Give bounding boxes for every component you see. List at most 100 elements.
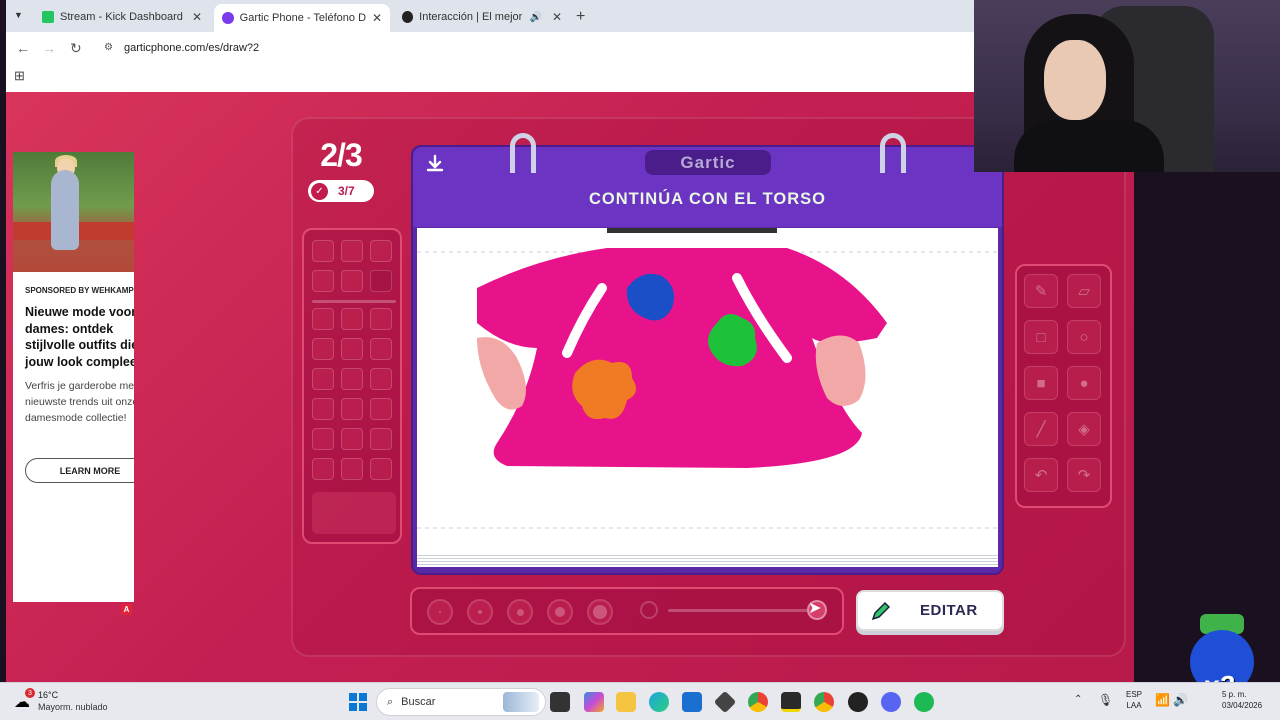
color-swatch[interactable] bbox=[312, 308, 334, 330]
language-indicator[interactable]: ESP LAA bbox=[1126, 689, 1142, 711]
chrome-icon[interactable] bbox=[748, 692, 768, 712]
tab-gartic-phone[interactable]: Gartic Phone - Teléfono Descon ✕ bbox=[214, 4, 390, 32]
color-swatch[interactable] bbox=[370, 338, 392, 360]
show-hidden-icons-icon[interactable]: ⌃ bbox=[1074, 694, 1082, 705]
redo-icon[interactable]: ↷ bbox=[1067, 458, 1101, 492]
taskbar bbox=[0, 682, 1280, 720]
square-icon[interactable]: □ bbox=[1024, 320, 1058, 354]
color-swatch[interactable] bbox=[341, 458, 363, 480]
download-icon[interactable] bbox=[424, 153, 446, 175]
tab-title: Gartic Phone - Teléfono Descon bbox=[239, 12, 366, 24]
close-tab-icon[interactable]: ✕ bbox=[552, 10, 562, 24]
edit-button[interactable]: EDITAR bbox=[856, 590, 1004, 631]
gartic-favicon-icon bbox=[222, 12, 234, 24]
ad-image[interactable] bbox=[13, 152, 134, 272]
pencil-icon[interactable]: ✎ bbox=[1024, 274, 1058, 308]
color-swatch[interactable] bbox=[370, 428, 392, 450]
color-swatch[interactable] bbox=[312, 240, 334, 262]
edge-icon[interactable] bbox=[649, 692, 669, 712]
obs-icon[interactable] bbox=[848, 692, 868, 712]
color-swatch[interactable] bbox=[341, 270, 363, 292]
back-icon[interactable]: ← bbox=[16, 40, 30, 56]
color-swatch[interactable] bbox=[341, 428, 363, 450]
color-swatch[interactable] bbox=[370, 458, 392, 480]
weather-temperature[interactable]: 16°C bbox=[38, 690, 58, 700]
brush-size-3[interactable] bbox=[507, 599, 533, 625]
color-swatch[interactable] bbox=[341, 308, 363, 330]
address-bar-row bbox=[6, 32, 974, 92]
pencil-icon bbox=[871, 601, 891, 620]
color-swatch[interactable] bbox=[341, 398, 363, 420]
color-swatch[interactable] bbox=[312, 368, 334, 390]
task-view-icon[interactable] bbox=[550, 692, 570, 712]
fill-icon[interactable]: ◈ bbox=[1067, 412, 1101, 446]
color-swatch[interactable] bbox=[312, 458, 334, 480]
filled-circle-icon[interactable]: ● bbox=[1067, 366, 1101, 400]
weather-description[interactable]: Mayorm. nublado bbox=[38, 702, 108, 712]
new-tab-icon[interactable]: + bbox=[576, 8, 585, 26]
notebook-pages bbox=[417, 553, 998, 567]
color-swatch[interactable] bbox=[312, 428, 334, 450]
circle-icon[interactable]: ○ bbox=[1067, 320, 1101, 354]
filled-square-icon[interactable]: ■ bbox=[1024, 366, 1058, 400]
brush-size-5[interactable] bbox=[587, 599, 613, 625]
tab-kick-dashboard[interactable]: Stream - Kick Dashboard ✕ bbox=[34, 4, 210, 30]
color-swatch-selected[interactable] bbox=[370, 270, 392, 292]
wifi-icon[interactable]: 📶 bbox=[1155, 693, 1170, 707]
site-info-icon[interactable]: ⚙ bbox=[104, 42, 113, 53]
webcam-overlay bbox=[974, 0, 1280, 172]
forward-icon[interactable]: → bbox=[42, 40, 56, 56]
close-tab-icon[interactable]: ✕ bbox=[192, 10, 202, 24]
file-explorer-icon[interactable] bbox=[616, 692, 636, 712]
drawing-prompt: CONTINÚA CON EL TORSO bbox=[588, 190, 827, 208]
color-swatch[interactable] bbox=[370, 308, 392, 330]
color-swatch[interactable] bbox=[370, 368, 392, 390]
store-icon[interactable] bbox=[682, 692, 702, 712]
brush-size-4[interactable] bbox=[547, 599, 573, 625]
system-clock[interactable]: 5 p. m. 03/04/2026 bbox=[1222, 689, 1262, 711]
url-field[interactable]: garticphone.com/es/draw?2 bbox=[124, 42, 259, 54]
windows-start-icon[interactable] bbox=[348, 692, 368, 712]
drawing-canvas[interactable] bbox=[417, 228, 998, 553]
search-highlight-icon[interactable] bbox=[503, 692, 539, 712]
audio-playing-icon[interactable]: 🔊 bbox=[529, 12, 541, 23]
color-swatch[interactable] bbox=[341, 338, 363, 360]
custom-color-picker[interactable] bbox=[312, 492, 396, 534]
color-swatch[interactable] bbox=[370, 398, 392, 420]
color-swatch[interactable] bbox=[312, 398, 334, 420]
volume-icon[interactable]: 🔊 bbox=[1173, 693, 1188, 707]
ad-sponsor: SPONSORED BY WEHKAMP bbox=[25, 286, 134, 295]
check-icon: ✓ bbox=[311, 182, 328, 200]
line-icon[interactable]: ╱ bbox=[1024, 412, 1058, 446]
gartic-logo: Gartic bbox=[645, 150, 771, 175]
undo-icon[interactable]: ↶ bbox=[1024, 458, 1058, 492]
spotify-icon[interactable] bbox=[914, 692, 934, 712]
color-swatch[interactable] bbox=[341, 240, 363, 262]
tab-list-dropdown-icon[interactable]: ▼ bbox=[14, 10, 23, 20]
close-tab-icon[interactable]: ✕ bbox=[372, 11, 382, 25]
discord-icon[interactable] bbox=[881, 692, 901, 712]
opacity-slider-track[interactable] bbox=[668, 609, 808, 612]
tab-interaccion[interactable]: Interacción | El mejor softw 🔊 ✕ bbox=[394, 4, 570, 30]
search-icon: ⌕ bbox=[387, 695, 394, 708]
copilot-icon[interactable] bbox=[584, 692, 604, 712]
brush-size-1[interactable] bbox=[427, 599, 453, 625]
color-swatch[interactable] bbox=[312, 270, 334, 292]
apps-grid-icon[interactable]: ⊞ bbox=[14, 68, 25, 84]
color-swatch[interactable] bbox=[312, 338, 334, 360]
learn-more-button[interactable]: LEARN MORE bbox=[25, 458, 134, 483]
ad-choices-icon[interactable]: A bbox=[121, 604, 132, 615]
mouse-cursor-icon: ➤ bbox=[808, 600, 822, 617]
notebook-ring-icon bbox=[880, 133, 906, 173]
color-swatch[interactable] bbox=[370, 240, 392, 262]
chrome-profile-icon[interactable] bbox=[814, 692, 834, 712]
brush-size-2[interactable] bbox=[467, 599, 493, 625]
microphone-icon[interactable]: 🎙 bbox=[1098, 693, 1113, 707]
sponsored-ad[interactable]: SPONSORED BY WEHKAMP Nieuwe mode voor da… bbox=[13, 152, 134, 602]
interaccion-favicon-icon bbox=[402, 11, 414, 23]
game-app-icon[interactable] bbox=[781, 692, 801, 712]
ad-title[interactable]: Nieuwe mode voor dames: ontdek stijlvoll… bbox=[25, 304, 134, 370]
reload-icon[interactable]: ↻ bbox=[70, 40, 82, 57]
color-swatch[interactable] bbox=[341, 368, 363, 390]
eraser-icon[interactable]: ▱ bbox=[1067, 274, 1101, 308]
